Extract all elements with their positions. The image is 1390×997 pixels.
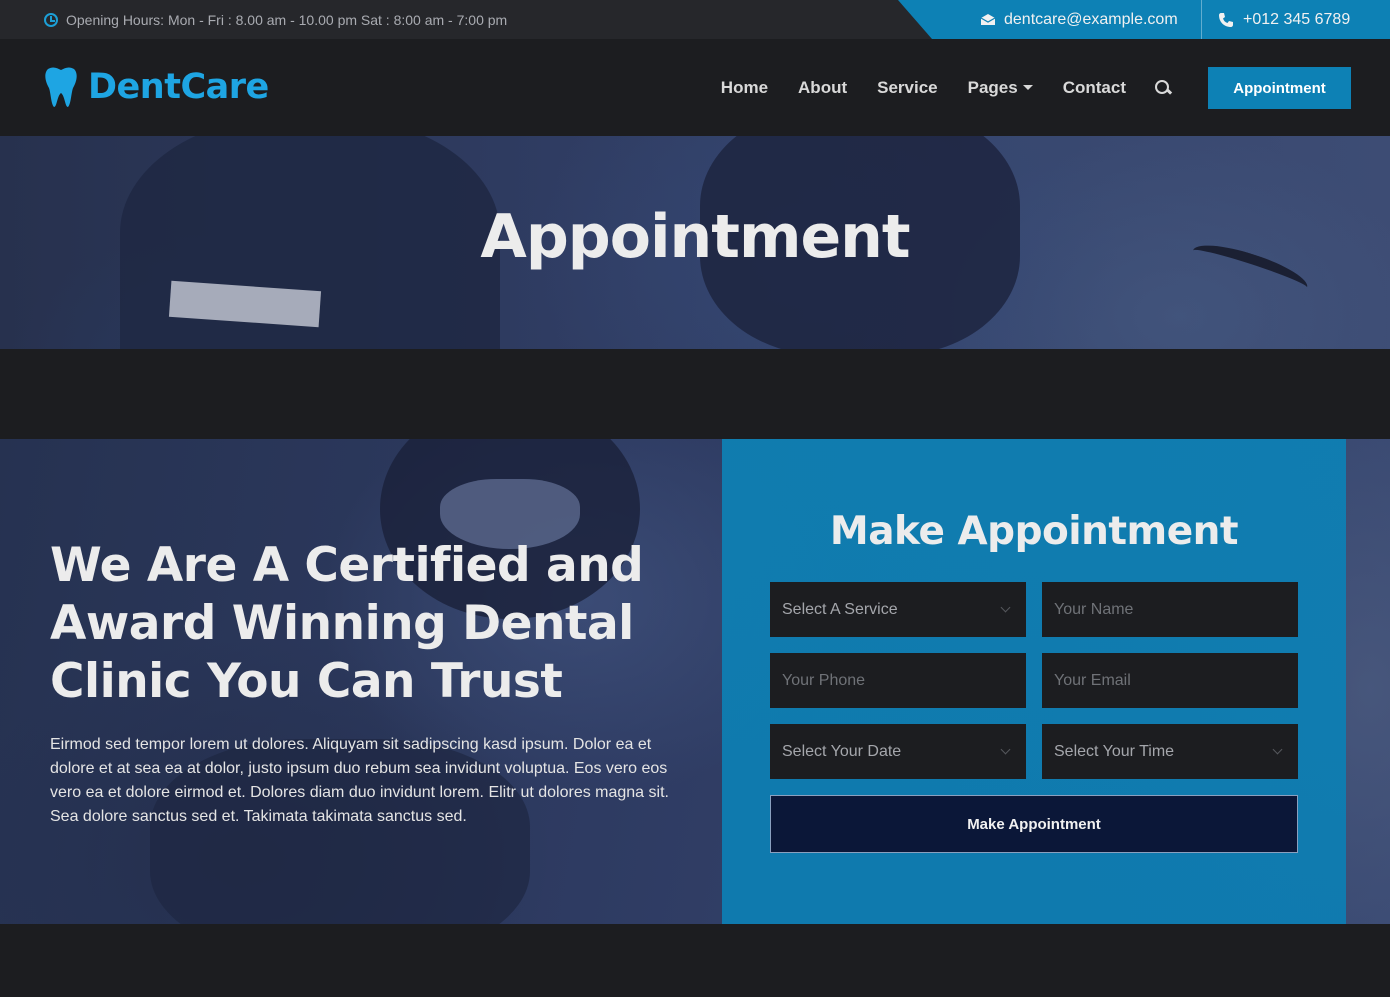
nav-pages-label: Pages bbox=[967, 77, 1018, 97]
phone-link[interactable]: +012 345 6789 bbox=[1218, 0, 1350, 39]
logo[interactable]: DentCare bbox=[44, 66, 269, 108]
service-select[interactable]: Select A Service bbox=[770, 582, 1026, 637]
section-paragraph: Eirmod sed tempor lorem ut dolores. Aliq… bbox=[50, 736, 669, 825]
brand-name: DentCare bbox=[88, 67, 269, 107]
email-placeholder: Your Email bbox=[1054, 671, 1131, 689]
page-title: Appointment bbox=[480, 202, 910, 272]
service-select-value: Select A Service bbox=[782, 600, 898, 618]
page-header: Appointment bbox=[0, 136, 1390, 349]
phone-text: +012 345 6789 bbox=[1243, 10, 1351, 28]
search-icon[interactable] bbox=[1154, 79, 1172, 97]
email-text: dentcare@example.com bbox=[1004, 10, 1178, 28]
topbar: Opening Hours: Mon - Fri : 8.00 am - 10.… bbox=[0, 0, 1390, 39]
nav-about[interactable]: About bbox=[798, 78, 847, 98]
nav-contact[interactable]: Contact bbox=[1063, 78, 1126, 98]
section-headline: We Are A Certified and Award Winning Den… bbox=[50, 538, 644, 709]
name-placeholder: Your Name bbox=[1054, 600, 1134, 618]
make-appointment-button[interactable]: Make Appointment bbox=[770, 795, 1298, 853]
email-input[interactable]: Your Email bbox=[1042, 653, 1298, 708]
date-picker-value: Select Your Date bbox=[782, 742, 902, 760]
phone-icon bbox=[1219, 12, 1233, 27]
appointment-button[interactable]: Appointment bbox=[1208, 67, 1351, 109]
phone-placeholder: Your Phone bbox=[782, 671, 866, 689]
opening-hours-text: Opening Hours: Mon - Fri : 8.00 am - 10.… bbox=[66, 11, 508, 28]
time-picker[interactable]: Select Your Time bbox=[1042, 724, 1298, 779]
form-title: Make Appointment bbox=[829, 509, 1239, 554]
navbar: DentCare Home About Service Pages Contac… bbox=[0, 39, 1390, 136]
phone-input[interactable]: Your Phone bbox=[770, 653, 1026, 708]
topbar-divider bbox=[1201, 0, 1202, 39]
nav-home[interactable]: Home bbox=[721, 78, 768, 98]
appointment-form: Make Appointment Select A Service Your N… bbox=[722, 439, 1346, 924]
main-nav: Home About Service Pages Contact bbox=[691, 39, 1172, 136]
envelope-icon bbox=[980, 14, 996, 25]
date-picker[interactable]: Select Your Date bbox=[770, 724, 1026, 779]
nav-pages[interactable]: Pages bbox=[968, 78, 1033, 98]
time-picker-value: Select Your Time bbox=[1054, 742, 1175, 760]
appointment-section: We Are A Certified and Award Winning Den… bbox=[0, 439, 1390, 924]
name-input[interactable]: Your Name bbox=[1042, 582, 1298, 637]
nav-service[interactable]: Service bbox=[877, 78, 938, 98]
email-link[interactable]: dentcare@example.com bbox=[980, 0, 1178, 39]
clock-icon bbox=[44, 12, 58, 27]
tooth-icon bbox=[45, 67, 77, 107]
opening-hours: Opening Hours: Mon - Fri : 8.00 am - 10.… bbox=[44, 0, 507, 39]
caret-down-icon bbox=[1022, 85, 1033, 90]
